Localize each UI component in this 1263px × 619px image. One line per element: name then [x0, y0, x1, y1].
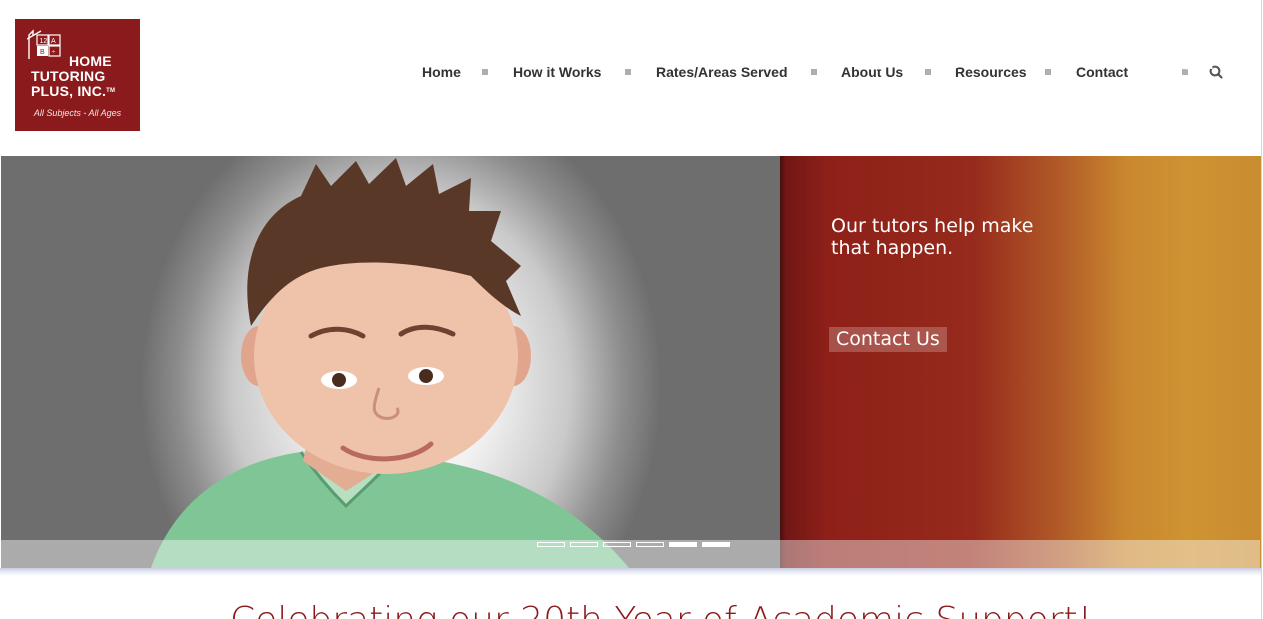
svg-text:÷: ÷	[52, 49, 56, 56]
nav-item-home[interactable]: Home	[422, 62, 461, 82]
site-logo[interactable]: 12 A B ÷ HOME TUTORING PLUS, INC.TM All …	[15, 19, 140, 131]
nav-separator	[482, 69, 488, 75]
slider-dot-5[interactable]	[669, 542, 697, 547]
svg-text:A: A	[51, 38, 56, 45]
hero-photo-smiling-boy	[1, 156, 780, 568]
hero-headline-line2: Happy Child!	[832, 77, 1119, 128]
logo-house-icon: 12 A B ÷	[27, 29, 61, 59]
hero-subtext: Our tutors help make that happen.	[831, 215, 1091, 259]
section-heading: Celebrating our 20th Year of Academic Su…	[230, 601, 1092, 619]
slider-dot-1[interactable]	[537, 542, 565, 547]
logo-text-line3: PLUS, INC.TM	[31, 83, 116, 99]
slider-dot-4[interactable]	[636, 542, 664, 547]
page: 12 A B ÷ HOME TUTORING PLUS, INC.TM All …	[0, 0, 1263, 619]
hero-headline: Homework Done? Happy Child!	[832, 31, 1262, 127]
logo-text-line2: TUTORING	[31, 68, 106, 84]
nav-separator	[811, 69, 817, 75]
hero-subtext-line2: that happen.	[831, 237, 954, 259]
logo-trademark: TM	[106, 88, 116, 94]
svg-text:B: B	[40, 49, 45, 56]
nav-separator	[625, 69, 631, 75]
boy-illustration	[151, 158, 629, 568]
contact-us-button[interactable]: Contact Us	[829, 327, 947, 352]
hero-subtext-line1: Our tutors help make	[831, 215, 1034, 237]
hero-headline-line1: Homework Done?	[832, 29, 1225, 80]
slider-dot-2[interactable]	[570, 542, 598, 547]
logo-text-line1: HOME	[69, 53, 112, 69]
slider-dot-6[interactable]	[702, 542, 730, 547]
logo-tagline: All Subjects - All Ages	[33, 108, 122, 118]
nav-item-rates-areas[interactable]: Rates/Areas Served	[656, 62, 788, 82]
nav-item-how-it-works[interactable]: How it Works	[513, 62, 601, 82]
svg-text:12: 12	[40, 38, 48, 45]
slider-dot-3[interactable]	[603, 542, 631, 547]
hero-bottom-shadow	[0, 568, 1261, 576]
